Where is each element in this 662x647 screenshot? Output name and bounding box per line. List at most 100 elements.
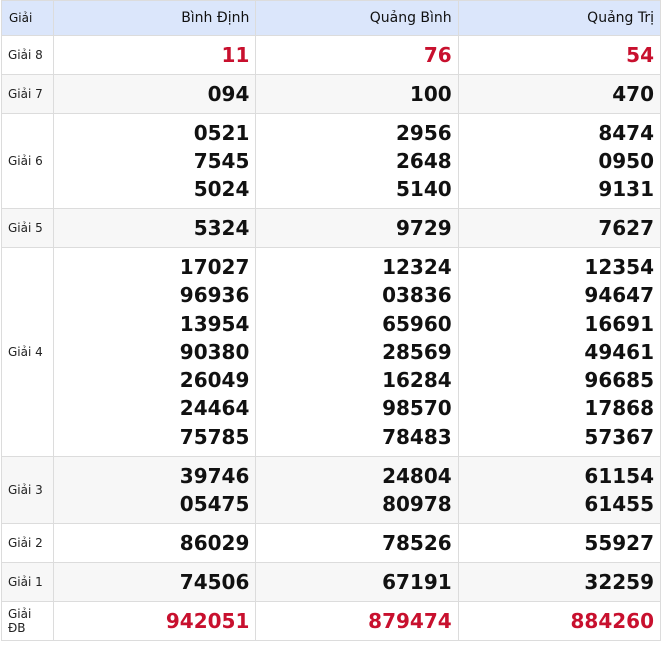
prize-number: 32259	[584, 570, 654, 594]
prize-row-giai-db: Giải ĐB 942051 879474 884260	[0, 601, 662, 641]
prize-cell: 094	[53, 74, 257, 114]
prize-number: 5024	[193, 177, 250, 202]
prize-number: 094	[207, 82, 250, 106]
prize-cell: 61154 61455	[457, 456, 662, 524]
prize-number: 03836	[382, 283, 452, 308]
prize-number: 75785	[179, 424, 250, 449]
prize-cell: 879474	[255, 601, 459, 641]
prize-cell: 5324	[53, 208, 257, 248]
lottery-results-table: Giải Bình Định Quảng Bình Quảng Trị Giải…	[0, 0, 662, 641]
prize-number: 9131	[598, 177, 654, 202]
prize-number: 2956	[396, 120, 452, 145]
prize-label: Giải 6	[0, 113, 55, 209]
prize-row-giai-5: Giải 5 5324 9729 7627	[0, 208, 662, 248]
prize-cell: 54	[457, 35, 662, 75]
prize-number: 05475	[179, 492, 250, 516]
prize-label: Giải 5	[0, 208, 55, 248]
prize-row-giai-6: Giải 6 0521 7545 5024 2956 2648 5140 847…	[0, 113, 662, 209]
prize-number: 90380	[179, 339, 250, 364]
prize-number: 61154	[584, 463, 654, 488]
prize-label: Giải 8	[0, 35, 55, 75]
prize-number: 470	[612, 82, 654, 106]
prize-cell: 76	[255, 35, 459, 75]
prize-number: 80978	[382, 492, 452, 516]
prize-number: 24804	[382, 463, 452, 488]
prize-number: 57367	[584, 424, 654, 449]
prize-number: 26049	[179, 368, 250, 393]
prize-cell: 11	[53, 35, 257, 75]
prize-number: 61455	[584, 492, 654, 516]
prize-number: 78483	[382, 424, 452, 449]
prize-cell: 67191	[255, 562, 459, 602]
prize-number: 55927	[584, 531, 654, 555]
prize-label: Giải 1	[0, 562, 55, 602]
special-prize-number: 884260	[570, 609, 655, 633]
prize-number: 5324	[193, 216, 250, 240]
header-province-binh-dinh: Bình Định	[53, 0, 257, 36]
prize-number: 98570	[382, 396, 452, 421]
header-row: Giải Bình Định Quảng Bình Quảng Trị	[0, 0, 662, 36]
prize-number: 17868	[584, 396, 654, 421]
prize-cell: 942051	[53, 601, 257, 641]
prize-number: 11	[221, 43, 250, 67]
prize-cell: 17027 96936 13954 90380 26049 24464 7578…	[53, 247, 257, 457]
prize-label: Giải 4	[0, 247, 55, 457]
prize-row-giai-7: Giải 7 094 100 470	[0, 74, 662, 114]
prize-number: 28569	[382, 339, 452, 364]
prize-number: 17027	[179, 254, 250, 279]
prize-row-giai-2: Giải 2 86029 78526 55927	[0, 523, 662, 563]
prize-number: 96936	[179, 283, 250, 308]
prize-number: 0950	[598, 148, 654, 173]
prize-number: 16284	[382, 368, 452, 393]
header-prize-label: Giải	[0, 0, 55, 36]
prize-cell: 55927	[457, 523, 662, 563]
prize-number: 13954	[179, 311, 250, 336]
prize-number: 86029	[179, 531, 250, 555]
prize-number: 8474	[598, 120, 654, 145]
prize-number: 78526	[382, 531, 452, 555]
prize-cell: 8474 0950 9131	[457, 113, 662, 209]
prize-number: 2648	[396, 148, 452, 173]
prize-number: 16691	[584, 311, 654, 336]
prize-cell: 39746 05475	[53, 456, 257, 524]
prize-cell: 2956 2648 5140	[255, 113, 459, 209]
prize-label: Giải ĐB	[0, 601, 55, 641]
prize-cell: 884260	[457, 601, 662, 641]
prize-cell: 74506	[53, 562, 257, 602]
prize-number: 0521	[193, 120, 250, 145]
prize-number: 7545	[193, 148, 250, 173]
header-province-quang-tri: Quảng Trị	[457, 0, 662, 36]
prize-number: 9729	[396, 216, 452, 240]
prize-row-giai-8: Giải 8 11 76 54	[0, 35, 662, 75]
prize-number: 76	[423, 43, 452, 67]
prize-cell: 0521 7545 5024	[53, 113, 257, 209]
prize-label: Giải 3	[0, 456, 55, 524]
prize-row-giai-1: Giải 1 74506 67191 32259	[0, 562, 662, 602]
prize-cell: 9729	[255, 208, 459, 248]
prize-number: 100	[409, 82, 452, 106]
prize-label: Giải 2	[0, 523, 55, 563]
prize-number: 94647	[584, 283, 654, 308]
prize-row-giai-4: Giải 4 17027 96936 13954 90380 26049 244…	[0, 247, 662, 457]
prize-cell: 12354 94647 16691 49461 96685 17868 5736…	[457, 247, 662, 457]
prize-cell: 7627	[457, 208, 662, 248]
prize-row-giai-3: Giải 3 39746 05475 24804 80978 61154 614…	[0, 456, 662, 524]
prize-number: 24464	[179, 396, 250, 421]
prize-cell: 78526	[255, 523, 459, 563]
prize-number: 49461	[584, 339, 654, 364]
prize-number: 39746	[179, 463, 250, 488]
prize-cell: 12324 03836 65960 28569 16284 98570 7848…	[255, 247, 459, 457]
prize-label: Giải 7	[0, 74, 55, 114]
prize-cell: 86029	[53, 523, 257, 563]
prize-number: 74506	[179, 570, 250, 594]
prize-number: 67191	[382, 570, 452, 594]
prize-number: 7627	[598, 216, 654, 240]
prize-cell: 470	[457, 74, 662, 114]
prize-number: 12324	[382, 254, 452, 279]
prize-number: 54	[626, 43, 654, 67]
prize-number: 96685	[584, 368, 654, 393]
prize-number: 5140	[396, 177, 452, 202]
prize-cell: 100	[255, 74, 459, 114]
special-prize-number: 879474	[368, 609, 452, 633]
prize-number: 12354	[584, 254, 654, 279]
